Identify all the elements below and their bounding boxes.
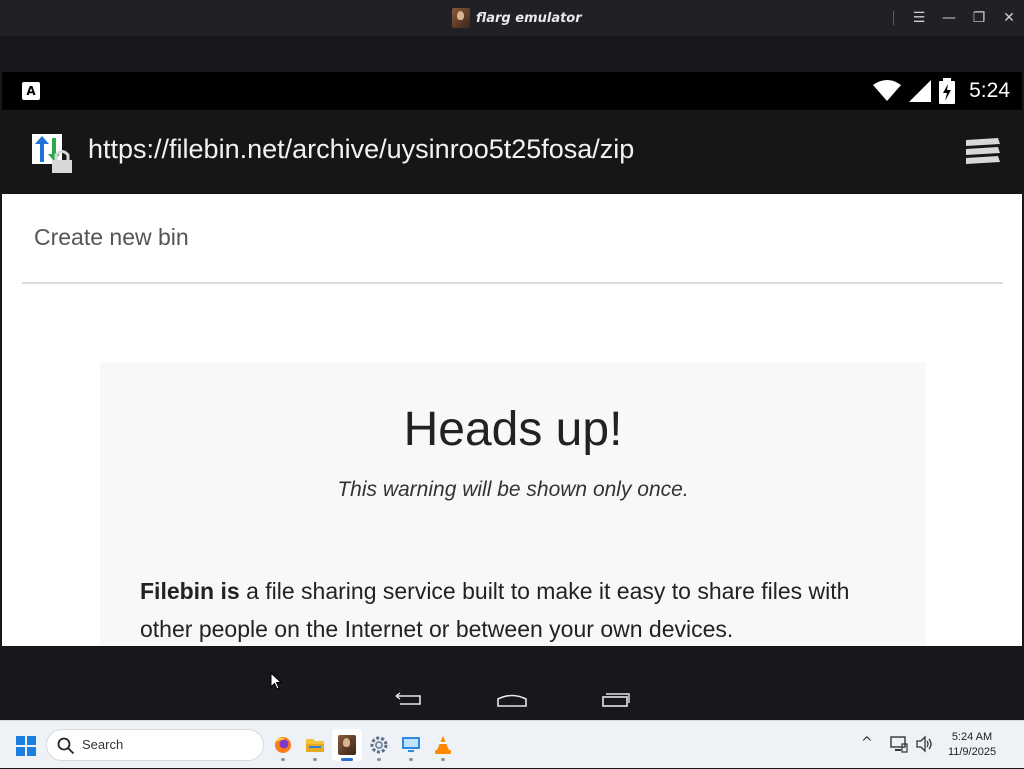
status-clock: 5:24	[969, 79, 1010, 102]
tray-clock[interactable]: 5:24 AM 11/9/2025	[934, 730, 1010, 760]
firefox-icon	[275, 737, 291, 753]
download-lock-icon	[32, 134, 72, 173]
flarg-emulator-icon	[338, 735, 356, 755]
running-indicator	[377, 758, 381, 761]
window-title-text: flarg emulator	[476, 10, 582, 26]
window-title: flarg emulator	[452, 8, 582, 28]
back-icon[interactable]	[394, 692, 424, 708]
taskbar-app-vlc[interactable]	[428, 729, 458, 761]
intro-bold: Filebin is	[140, 578, 240, 604]
taskbar-app-settings[interactable]	[364, 729, 394, 761]
network-icon[interactable]	[890, 735, 908, 753]
volume-icon[interactable]	[916, 735, 934, 753]
active-indicator	[341, 758, 353, 761]
window-minimize-button[interactable]: —	[934, 0, 964, 36]
create-new-bin-link[interactable]: Create new bin	[34, 224, 189, 251]
taskbar-app-remote-desktop[interactable]	[396, 729, 426, 761]
flarg-emulator-icon	[452, 8, 470, 28]
show-hidden-icons-button[interactable]: ^	[861, 735, 873, 751]
tray-date: 11/9/2025	[947, 746, 997, 758]
intro-paragraph: Filebin is a file sharing service built …	[140, 572, 900, 646]
battery-charging-icon	[939, 78, 956, 104]
signal-icon	[909, 80, 932, 102]
taskbar-app-firefox[interactable]	[268, 729, 298, 761]
header-divider	[22, 282, 1003, 284]
window-controls: ☰ — ❐ ✕	[893, 0, 1024, 36]
tray-time: 5:24 AM	[951, 731, 993, 743]
windows-start-icon[interactable]	[16, 736, 36, 756]
search-placeholder: Search	[82, 737, 124, 752]
running-indicator	[313, 758, 317, 761]
intro-text: a file sharing service built to make it …	[140, 578, 850, 642]
window-restore-button[interactable]: ❐	[964, 0, 994, 36]
window-controls-divider	[893, 11, 894, 25]
keyboard-indicator-icon: A	[22, 82, 40, 100]
running-indicator	[409, 758, 413, 761]
android-nav-bar	[0, 646, 1024, 720]
window-menu-button[interactable]: ☰	[904, 0, 934, 36]
running-indicator	[441, 758, 445, 761]
taskbar-app-flarg-emulator[interactable]	[332, 729, 362, 761]
status-icons: 5:24	[873, 72, 1010, 110]
warning-note: This warning will be shown only once.	[337, 478, 689, 501]
windows-taskbar: Search ^ 5:24 AM 11/9/2025	[0, 720, 1024, 768]
search-icon	[57, 737, 75, 755]
taskbar-app-file-explorer[interactable]	[300, 729, 330, 761]
web-content: Create new bin Heads up! This warning wi…	[2, 194, 1022, 646]
window-close-button[interactable]: ✕	[994, 0, 1024, 36]
recents-icon[interactable]	[601, 692, 631, 708]
running-indicator	[281, 758, 285, 761]
vlc-icon	[435, 736, 451, 754]
browser-url-bar: https://filebin.net/archive/uysinroo5t25…	[2, 110, 1022, 194]
settings-gear-icon	[370, 736, 388, 754]
heads-up-card: Heads up! This warning will be shown onl…	[100, 362, 926, 646]
android-status-bar: A 5:24	[2, 72, 1022, 110]
remote-desktop-icon	[402, 737, 420, 752]
url-text[interactable]: https://filebin.net/archive/uysinroo5t25…	[88, 134, 634, 165]
taskbar-search-box[interactable]: Search	[46, 729, 264, 761]
home-icon[interactable]	[497, 692, 527, 708]
emulator-title-bar: flarg emulator ☰ — ❐ ✕	[0, 0, 1024, 36]
heads-up-heading: Heads up!	[403, 403, 623, 456]
wifi-icon	[873, 80, 902, 101]
mouse-cursor-icon	[270, 672, 282, 690]
stacked-menu-icon[interactable]	[964, 136, 1002, 168]
file-explorer-icon	[306, 739, 324, 752]
